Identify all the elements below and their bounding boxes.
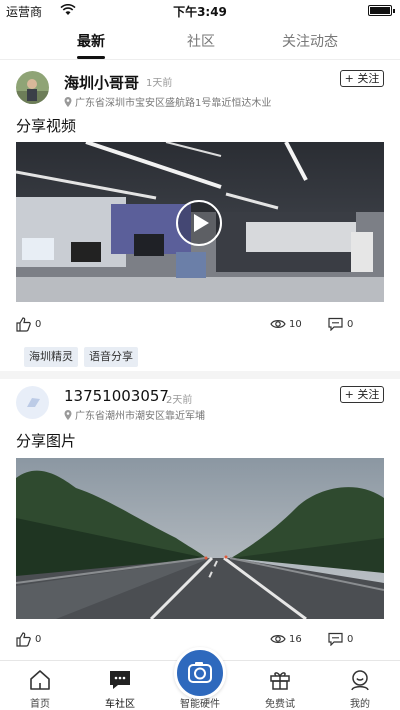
location: 广东省深圳市宝安区盛航路1号靠近恒达木业 bbox=[64, 94, 271, 109]
nav-profile[interactable]: 我的 bbox=[320, 661, 400, 710]
tab-community[interactable]: 社区 bbox=[187, 31, 215, 51]
topic-tag[interactable]: 海圳精灵 bbox=[24, 347, 78, 367]
post-card: 海圳小哥哥 1天前 广东省深圳市宝安区盛航路1号靠近恒达木业 + 关注 分享视频 bbox=[0, 60, 400, 372]
avatar[interactable] bbox=[16, 386, 49, 419]
post-image[interactable] bbox=[16, 458, 384, 619]
thumbs-up-icon bbox=[16, 317, 31, 332]
eye-icon bbox=[270, 320, 286, 328]
tab-latest[interactable]: 最新 bbox=[77, 31, 105, 51]
camera-icon bbox=[188, 662, 212, 683]
topic-tag[interactable]: 语音分享 bbox=[84, 347, 138, 367]
chat-icon bbox=[110, 671, 130, 689]
user-icon bbox=[351, 670, 369, 691]
follow-button[interactable]: + 关注 bbox=[340, 386, 384, 403]
nav-car-community[interactable]: 车社区 bbox=[80, 661, 160, 710]
avatar[interactable] bbox=[16, 71, 49, 104]
post-title: 分享视频 bbox=[16, 117, 77, 135]
location-pin-icon bbox=[64, 410, 72, 420]
post-time: 2天前 bbox=[166, 395, 193, 406]
post-title: 分享图片 bbox=[16, 432, 77, 450]
nav-free-trial[interactable]: 免费试 bbox=[240, 661, 320, 710]
nav-home[interactable]: 首页 bbox=[0, 661, 80, 710]
username[interactable]: 海圳小哥哥 bbox=[64, 72, 139, 93]
comment-icon bbox=[328, 632, 343, 646]
follow-button[interactable]: + 关注 bbox=[340, 70, 384, 87]
thumbs-up-icon bbox=[16, 632, 31, 647]
active-tab-indicator bbox=[77, 56, 105, 59]
gift-icon bbox=[270, 672, 290, 690]
top-tab-bar: 最新 社区 关注动态 bbox=[0, 22, 400, 60]
location-pin-icon bbox=[64, 97, 72, 107]
location: 广东省潮州市潮安区靠近军埔 bbox=[64, 407, 205, 422]
battery-icon bbox=[368, 5, 395, 16]
smart-hardware-button[interactable] bbox=[174, 647, 226, 699]
play-icon[interactable] bbox=[176, 200, 222, 246]
username[interactable]: 13751003057 bbox=[64, 387, 169, 405]
location-text: 广东省深圳市宝安区盛航路1号靠近恒达木业 bbox=[75, 98, 272, 109]
location-text: 广东省潮州市潮安区靠近军埔 bbox=[75, 411, 205, 422]
post-card: 13751003057 2天前 广东省潮州市潮安区靠近军埔 + 关注 分享图片 bbox=[0, 379, 400, 660]
bottom-navigation: 首页 车社区 智能硬件 免费试 我的 bbox=[0, 647, 400, 710]
section-divider bbox=[0, 371, 400, 379]
post-time: 1天前 bbox=[146, 78, 173, 89]
comment-icon bbox=[328, 317, 343, 331]
home-icon bbox=[30, 670, 50, 690]
tab-following[interactable]: 关注动态 bbox=[282, 31, 338, 51]
eye-icon bbox=[270, 635, 286, 643]
clock: 下午3:49 bbox=[173, 5, 227, 19]
status-bar: 运营商 下午3:49 bbox=[0, 0, 400, 22]
